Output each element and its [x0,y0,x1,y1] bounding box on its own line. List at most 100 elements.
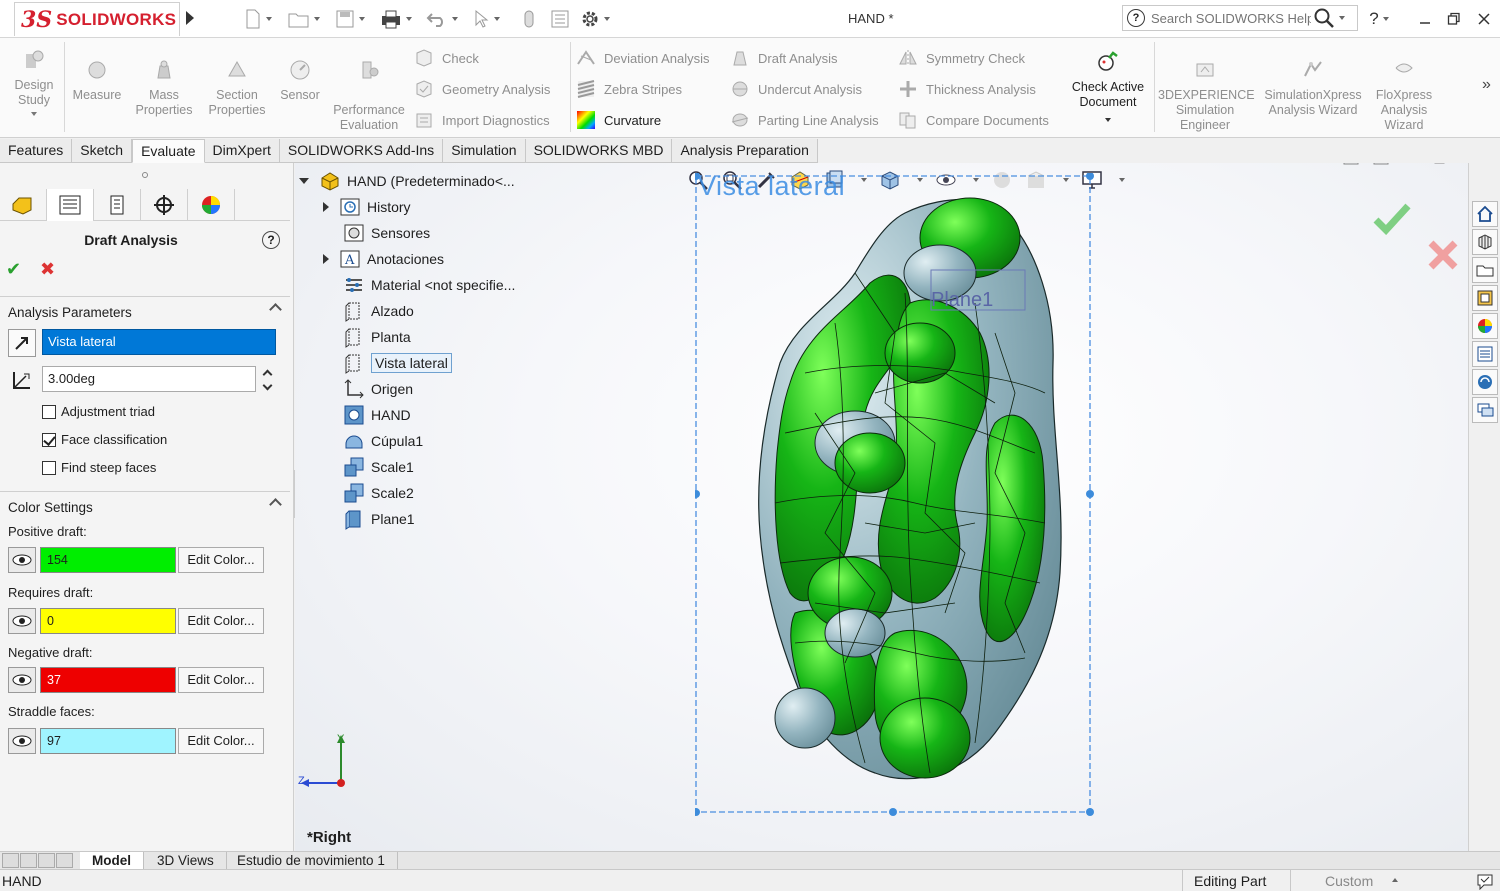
print-icon[interactable] [380,8,412,30]
tab-solidworks-mbd[interactable]: SOLIDWORKS MBD [525,139,673,163]
design-study-button[interactable]: Design Study [6,48,62,116]
check-active-document-button[interactable]: Check Active Document [1066,50,1150,122]
find-steep-faces-box[interactable] [42,460,56,475]
collapse-arrow-icon[interactable] [299,178,309,184]
view-palette-icon[interactable] [1472,285,1498,311]
ribbon-overflow-chevron-icon[interactable]: » [1482,76,1491,94]
import-diagnostics-button[interactable]: Import Diagnostics [414,109,550,131]
file-properties-icon[interactable] [550,8,570,30]
custom-properties-icon[interactable] [1472,341,1498,367]
tree-item-sensores[interactable]: Sensores [343,221,430,245]
confirm-cancel-x-icon[interactable] [1427,239,1459,271]
positive-draft-edit-color-button[interactable]: Edit Color... [178,547,264,573]
simulationxpress-button[interactable]: SimulationXpress Analysis Wizard [1258,58,1368,118]
search-icon[interactable] [1313,7,1335,29]
rebuild-icon[interactable] [522,8,536,30]
solidworks-logo[interactable]: 3S SOLIDWORKS [14,2,180,36]
check-button[interactable]: Check [414,47,479,69]
scroll-prev-icon[interactable] [20,853,37,868]
thickness-analysis-button[interactable]: Thickness Analysis [898,78,1036,100]
status-unit-system[interactable]: Custom [1325,873,1373,889]
tree-item-hand-part[interactable]: HAND (Predeterminado<... [299,169,515,193]
negative-draft-visibility-eye-icon[interactable] [8,667,36,693]
help-menu-icon[interactable]: ? [1368,8,1390,30]
graphics-area[interactable]: HAND (Predeterminado<... History Sensore… [295,163,1468,851]
save-icon[interactable] [335,8,365,30]
menu-expand-arrow-icon[interactable] [186,11,194,25]
tile-right-icon[interactable] [1373,163,1389,165]
zebra-stripes-button[interactable]: Zebra Stripes [576,78,682,100]
collapse-chevron-icon[interactable] [269,498,282,511]
scroll-next-icon[interactable] [38,853,55,868]
close-window-icon[interactable] [1473,8,1495,30]
measure-button[interactable]: Measure [68,58,126,103]
face-classification-checkbox[interactable]: Face classification [42,432,167,447]
spin-down-icon[interactable] [262,380,272,391]
spin-up-icon[interactable] [262,369,272,380]
mass-properties-button[interactable]: Mass Properties [130,58,198,118]
tree-item-origen[interactable]: Origen [343,377,413,401]
3dexperience-simulation-button[interactable]: 3DEXPERIENCE Simulation Engineer [1158,58,1255,133]
sensor-button[interactable]: Sensor [274,58,326,103]
help-search-box[interactable]: ? [1122,5,1358,31]
tree-item-history[interactable]: History [323,195,411,219]
search-input[interactable] [1151,10,1311,26]
tree-item-scale1[interactable]: Scale1 [343,455,414,479]
direction-of-pull-field[interactable]: Vista lateral [42,329,276,355]
appearances-scenes-icon[interactable] [1472,313,1498,339]
scroll-first-icon[interactable] [2,853,19,868]
analysis-parameters-header[interactable]: Analysis Parameters [0,296,290,326]
parting-line-analysis-button[interactable]: Parting Line Analysis [730,109,879,131]
draft-angle-input[interactable]: 3.00deg [42,366,256,392]
new-document-icon[interactable] [244,8,272,30]
display-manager-tab[interactable] [188,189,235,221]
solidworks-resources-home-icon[interactable] [1472,201,1498,227]
performance-evaluation-button[interactable]: Performance Evaluation [328,58,410,133]
file-explorer-icon[interactable] [1472,257,1498,283]
direction-of-pull-icon[interactable] [8,329,36,357]
compare-documents-button[interactable]: Compare Documents [898,109,1049,131]
tree-item-plane1[interactable]: Plane1 [343,507,415,531]
cancel-x-icon[interactable]: ✖ [40,259,55,280]
draft-analysis-button[interactable]: Draft Analysis [730,47,837,69]
tree-item-hand-body[interactable]: HAND [343,403,411,427]
open-document-icon[interactable] [288,8,320,30]
collapse-chevron-icon[interactable] [269,303,282,316]
tile-left-icon[interactable] [1343,163,1359,165]
view-settings-dropdown-icon[interactable] [1119,178,1125,182]
tree-item-planta[interactable]: Planta [343,325,411,349]
face-classification-box[interactable] [42,432,56,447]
tree-item-anotaciones[interactable]: A Anotaciones [323,247,444,271]
hand-model-3d-view[interactable] [695,173,1095,818]
panel-grip-icon[interactable] [142,172,148,178]
tab-dimxpert[interactable]: DimXpert [204,139,280,163]
configuration-manager-tab[interactable] [94,189,141,221]
tab-solidworks-add-ins[interactable]: SOLIDWORKS Add-Ins [279,139,444,163]
expand-arrow-icon[interactable] [323,202,329,212]
design-library-icon[interactable] [1472,229,1498,255]
tree-item-vista-lateral[interactable]: Vista lateral [343,351,452,375]
doc-restore-icon[interactable] [1433,163,1449,165]
deviation-analysis-button[interactable]: Deviation Analysis [576,47,710,69]
check-active-document-dropdown-icon[interactable] [1105,118,1111,122]
tab-sketch[interactable]: Sketch [72,139,133,163]
find-steep-faces-checkbox[interactable]: Find steep faces [42,460,156,475]
solidworks-forum-icon[interactable] [1472,369,1498,395]
geometry-analysis-button[interactable]: Geometry Analysis [414,78,550,100]
dimxpert-manager-tab[interactable] [141,189,188,221]
negative-draft-edit-color-button[interactable]: Edit Color... [178,667,264,693]
tab-analysis-preparation[interactable]: Analysis Preparation [672,139,818,163]
restore-window-icon[interactable] [1443,8,1465,30]
floxpress-button[interactable]: FloXpress Analysis Wizard [1372,58,1436,133]
tab-simulation[interactable]: Simulation [443,139,526,163]
tab-evaluate[interactable]: Evaluate [132,139,205,163]
tree-item-alzado[interactable]: Alzado [343,299,414,323]
minimize-window-icon[interactable] [1414,8,1436,30]
angle-spinner[interactable] [261,368,273,392]
positive-draft-visibility-eye-icon[interactable] [8,547,36,573]
undercut-analysis-button[interactable]: Undercut Analysis [730,78,862,100]
feature-manager-tab[interactable] [0,189,47,221]
straddle-faces-visibility-eye-icon[interactable] [8,728,36,754]
tree-item-material[interactable]: Material <not specifie... [343,273,515,297]
curvature-button[interactable]: Curvature [576,109,661,131]
